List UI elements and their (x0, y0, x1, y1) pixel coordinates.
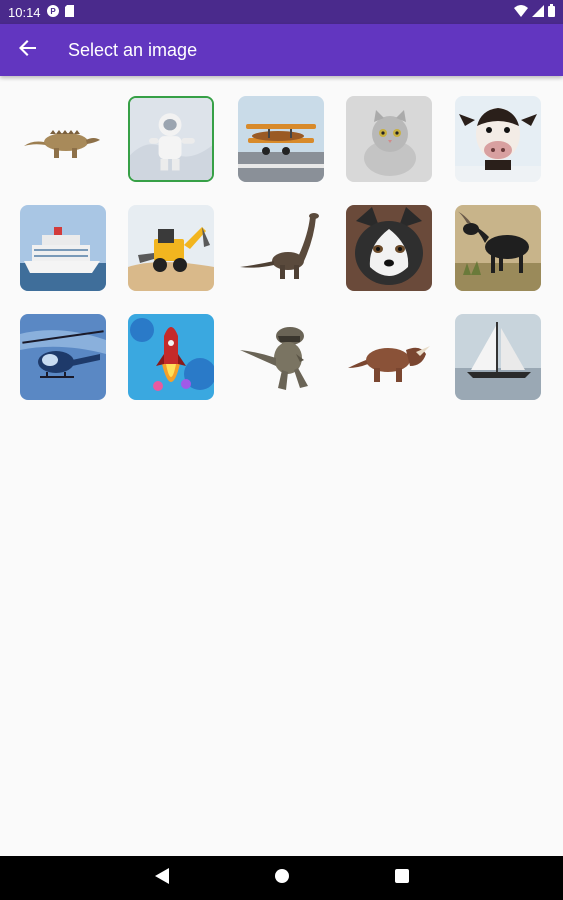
svg-text:P: P (50, 7, 56, 16)
image-tile-husky[interactable] (346, 205, 432, 291)
image-tile-sailboat[interactable] (455, 314, 541, 400)
image-tile-backhoe[interactable] (128, 205, 214, 291)
back-triangle-icon (154, 867, 169, 889)
app-bar: Select an image (0, 24, 563, 76)
wifi-icon (514, 4, 528, 20)
image-tile-cruise-ship[interactable] (20, 205, 106, 291)
image-tile-biplane[interactable] (238, 96, 324, 182)
image-tile-rocket[interactable] (128, 314, 214, 400)
image-tile-helicopter[interactable] (20, 314, 106, 400)
image-tile-astronaut[interactable] (128, 96, 214, 182)
battery-icon (548, 4, 555, 20)
recents-square-icon (394, 868, 409, 888)
p-badge-icon: P (46, 4, 59, 20)
image-tile-cat[interactable] (346, 96, 432, 182)
status-bar: 10:14 P (0, 0, 563, 24)
image-tile-triceratops[interactable] (346, 314, 432, 400)
page-title: Select an image (68, 39, 198, 60)
image-tile-cow[interactable] (455, 96, 541, 182)
home-circle-icon (274, 868, 290, 889)
image-tile-brachiosaurus[interactable] (238, 205, 324, 291)
nav-home-button[interactable] (222, 856, 342, 900)
back-button[interactable] (0, 24, 56, 76)
sd-card-icon (64, 4, 74, 20)
system-nav-bar (0, 856, 563, 900)
nav-recents-button[interactable] (342, 856, 462, 900)
status-right (514, 4, 555, 20)
image-tile-goat[interactable] (455, 205, 541, 291)
image-tile-ankylosaurus[interactable] (20, 96, 106, 182)
status-left: 10:14 P (8, 4, 74, 20)
image-tile-t-rex[interactable] (238, 314, 324, 400)
signal-icon (532, 4, 544, 20)
nav-back-button[interactable] (102, 856, 222, 900)
arrow-back-icon (19, 39, 37, 62)
status-time: 10:14 (8, 4, 41, 20)
